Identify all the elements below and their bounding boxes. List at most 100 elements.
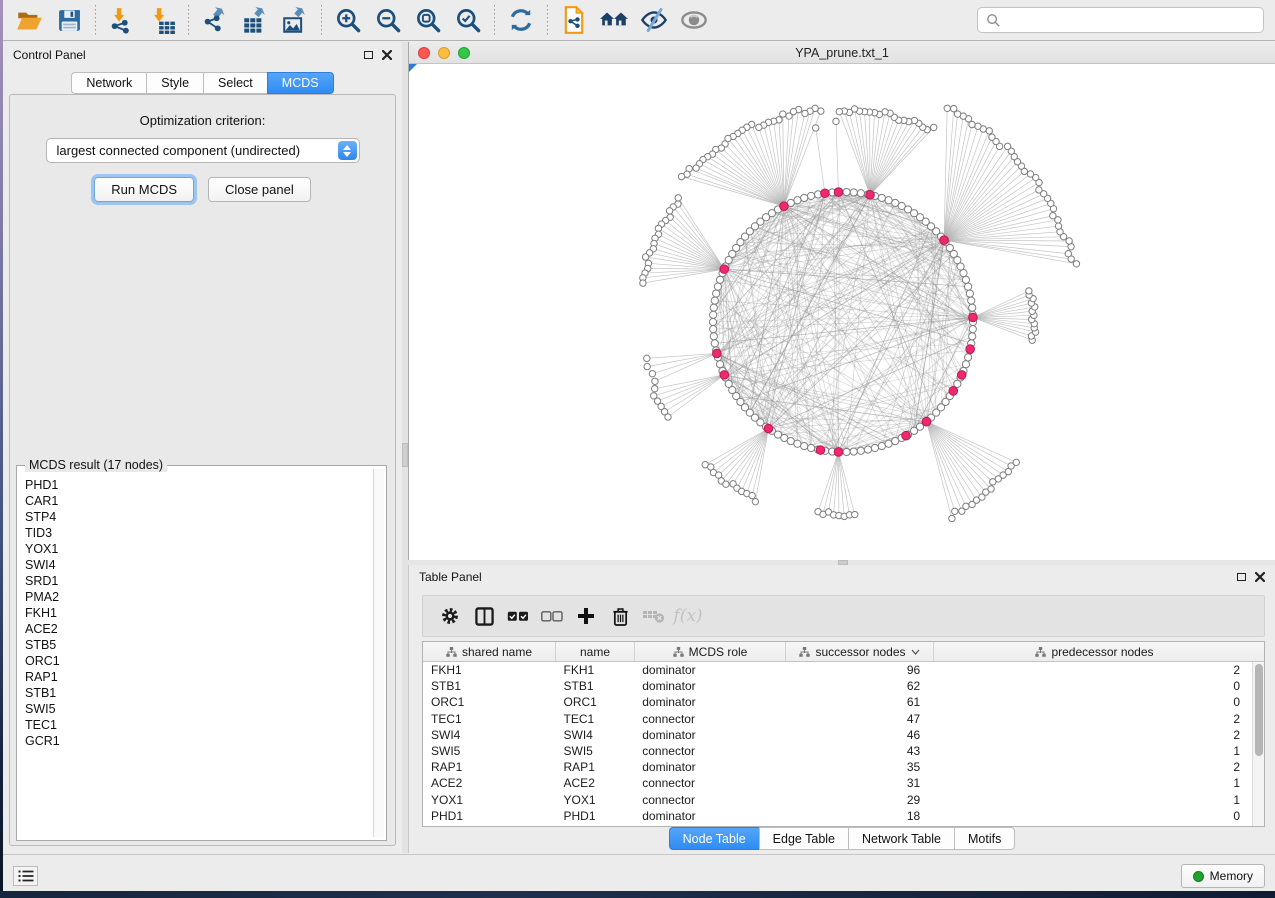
- float-panel-icon[interactable]: [364, 51, 373, 59]
- import-network-icon[interactable]: [107, 5, 137, 35]
- import-table-icon[interactable]: [147, 5, 177, 35]
- table-cell[interactable]: dominator: [634, 679, 784, 693]
- zoom-fit-icon[interactable]: [413, 5, 443, 35]
- add-column-icon[interactable]: [569, 601, 603, 631]
- table-cell[interactable]: SWI5: [556, 744, 635, 758]
- mcds-result-item[interactable]: SWI4: [20, 557, 372, 573]
- criterion-select[interactable]: largest connected component (undirected): [46, 138, 360, 163]
- tab-node-table[interactable]: Node Table: [669, 827, 759, 850]
- float-table-panel-icon[interactable]: [1237, 573, 1246, 581]
- deselect-all-rows-icon[interactable]: [535, 601, 569, 631]
- table-cell[interactable]: dominator: [634, 663, 784, 677]
- tab-mcds[interactable]: MCDS: [267, 72, 334, 94]
- mcds-result-item[interactable]: SWI5: [20, 701, 372, 717]
- mcds-result-item[interactable]: TEC1: [20, 717, 372, 733]
- table-cell[interactable]: STB1: [423, 679, 556, 693]
- search-input[interactable]: [1007, 13, 1255, 28]
- hide-details-icon[interactable]: [639, 5, 669, 35]
- show-column-panel-icon[interactable]: [467, 601, 501, 631]
- table-cell[interactable]: connector: [634, 776, 784, 790]
- table-cell[interactable]: SWI4: [556, 728, 635, 742]
- column-header-shared-name[interactable]: shared name: [423, 642, 556, 661]
- zoom-out-icon[interactable]: [373, 5, 403, 35]
- table-cell[interactable]: SWI4: [423, 728, 556, 742]
- table-cell[interactable]: ORC1: [423, 695, 556, 709]
- column-header-MCDS-role[interactable]: MCDS role: [635, 642, 786, 661]
- mcds-result-scrollbar[interactable]: [373, 469, 384, 837]
- toolbar-search[interactable]: [977, 7, 1264, 33]
- mcds-result-item[interactable]: STB5: [20, 637, 372, 653]
- table-cell[interactable]: 43: [785, 744, 932, 758]
- export-table-icon[interactable]: [240, 5, 270, 35]
- tab-motifs[interactable]: Motifs: [954, 827, 1015, 850]
- table-row[interactable]: TEC1TEC1connector472: [423, 711, 1252, 727]
- table-cell[interactable]: ACE2: [423, 776, 556, 790]
- table-cell[interactable]: ACE2: [556, 776, 635, 790]
- mcds-result-list[interactable]: PHD1CAR1STP4TID3YOX1SWI4SRD1PMA2FKH1ACE2…: [20, 469, 372, 837]
- mcds-result-item[interactable]: YOX1: [20, 541, 372, 557]
- table-cell[interactable]: 18: [785, 809, 932, 823]
- table-cell[interactable]: PHD1: [556, 809, 635, 823]
- table-cell[interactable]: dominator: [634, 809, 784, 823]
- show-details-icon[interactable]: [679, 5, 709, 35]
- select-all-rows-icon[interactable]: [501, 601, 535, 631]
- table-cell[interactable]: YOX1: [556, 793, 635, 807]
- export-network-icon[interactable]: [200, 5, 230, 35]
- tab-network-table[interactable]: Network Table: [848, 827, 954, 850]
- mcds-result-item[interactable]: PMA2: [20, 589, 372, 605]
- mcds-result-item[interactable]: GCR1: [20, 733, 372, 749]
- table-cell[interactable]: FKH1: [423, 663, 556, 677]
- table-cell[interactable]: 0: [932, 679, 1252, 693]
- network-canvas[interactable]: [409, 64, 1275, 560]
- network-from-file-icon[interactable]: [559, 5, 589, 35]
- tab-network[interactable]: Network: [71, 72, 146, 94]
- run-mcds-button[interactable]: Run MCDS: [94, 177, 194, 202]
- table-cell[interactable]: 1: [932, 776, 1252, 790]
- table-cell[interactable]: 2: [932, 712, 1252, 726]
- open-session-icon[interactable]: [14, 5, 44, 35]
- table-cell[interactable]: TEC1: [556, 712, 635, 726]
- mcds-result-item[interactable]: ACE2: [20, 621, 372, 637]
- table-row[interactable]: FKH1FKH1dominator962: [423, 662, 1252, 678]
- table-cell[interactable]: 0: [932, 809, 1252, 823]
- mcds-result-item[interactable]: FKH1: [20, 605, 372, 621]
- table-cell[interactable]: dominator: [634, 695, 784, 709]
- table-row[interactable]: PHD1PHD1dominator180: [423, 808, 1252, 824]
- table-cell[interactable]: SWI5: [423, 744, 556, 758]
- home-icon[interactable]: [599, 5, 629, 35]
- table-row[interactable]: STB1STB1dominator620: [423, 678, 1252, 694]
- table-cell[interactable]: STB1: [556, 679, 635, 693]
- table-row[interactable]: YOX1YOX1connector291: [423, 792, 1252, 808]
- export-image-icon[interactable]: [280, 5, 310, 35]
- table-cell[interactable]: 47: [785, 712, 932, 726]
- column-header-name[interactable]: name: [556, 642, 635, 661]
- mcds-result-item[interactable]: SRD1: [20, 573, 372, 589]
- table-cell[interactable]: YOX1: [423, 793, 556, 807]
- table-cell[interactable]: 29: [785, 793, 932, 807]
- table-cell[interactable]: connector: [634, 793, 784, 807]
- table-cell[interactable]: 2: [932, 760, 1252, 774]
- network-view-titlebar[interactable]: YPA_prune.txt_1: [409, 42, 1275, 64]
- table-cell[interactable]: 35: [785, 760, 932, 774]
- zoom-in-icon[interactable]: [333, 5, 363, 35]
- table-cell[interactable]: 2: [932, 663, 1252, 677]
- table-cell[interactable]: dominator: [634, 760, 784, 774]
- table-cell[interactable]: PHD1: [423, 809, 556, 823]
- table-cell[interactable]: dominator: [634, 728, 784, 742]
- table-cell[interactable]: 96: [785, 663, 932, 677]
- delete-column-trash-icon[interactable]: [603, 601, 637, 631]
- close-panel-button[interactable]: Close panel: [208, 177, 311, 202]
- table-scrollbar-thumb[interactable]: [1255, 664, 1263, 756]
- task-history-button[interactable]: [13, 866, 38, 886]
- table-row[interactable]: ORC1ORC1dominator610: [423, 694, 1252, 710]
- table-cell[interactable]: 0: [932, 695, 1252, 709]
- table-cell[interactable]: 62: [785, 679, 932, 693]
- mcds-result-item[interactable]: TID3: [20, 525, 372, 541]
- table-cell[interactable]: ORC1: [556, 695, 635, 709]
- close-table-panel-icon[interactable]: [1255, 572, 1265, 582]
- mcds-result-item[interactable]: PHD1: [20, 477, 372, 493]
- zoom-selected-icon[interactable]: [453, 5, 483, 35]
- refresh-icon[interactable]: [506, 5, 536, 35]
- table-cell[interactable]: connector: [634, 744, 784, 758]
- tab-edge-table[interactable]: Edge Table: [759, 827, 848, 850]
